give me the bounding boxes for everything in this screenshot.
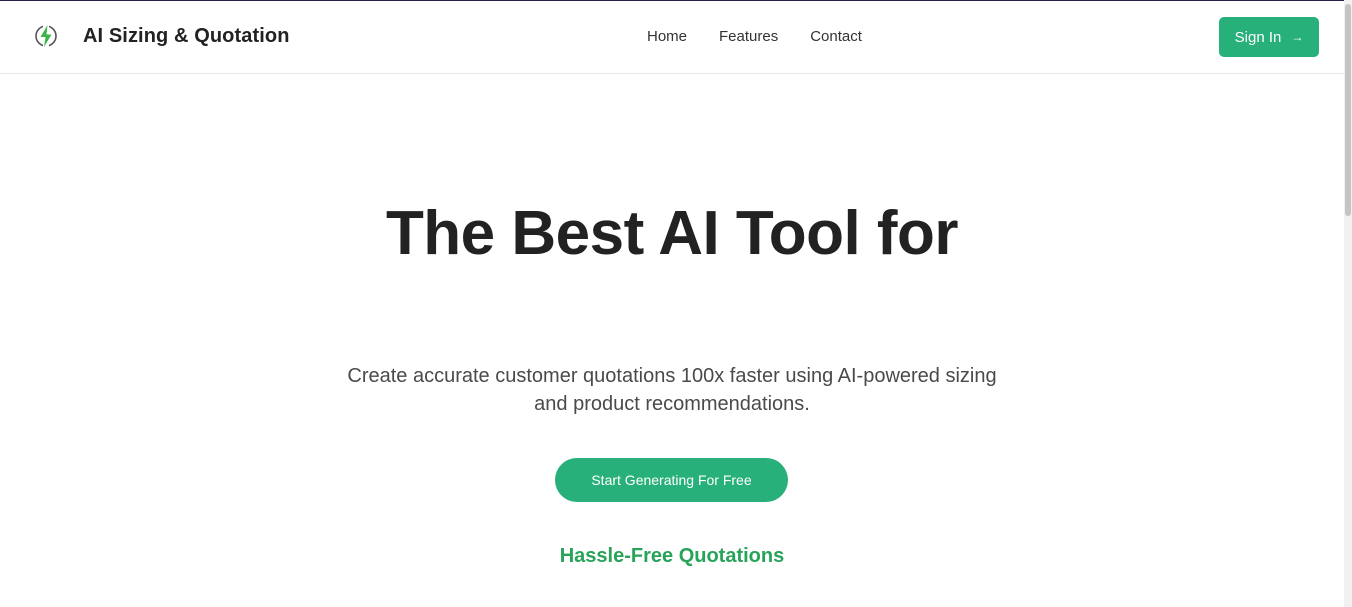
- nav-link-home[interactable]: Home: [647, 27, 687, 47]
- hero-subtitle: Create accurate customer quotations 100x…: [347, 365, 997, 415]
- scrollbar-thumb[interactable]: [1345, 4, 1351, 216]
- nav-link-contact[interactable]: Contact: [810, 27, 862, 47]
- sign-in-label: Sign In: [1234, 28, 1282, 46]
- nav-link-features[interactable]: Features: [719, 27, 778, 47]
- top-navbar: AI Sizing & Quotation Home Features Cont…: [0, 1, 1344, 74]
- brand-name: AI Sizing & Quotation: [83, 25, 290, 47]
- arrow-right-icon: →: [1291, 30, 1304, 44]
- hero-title: The Best AI Tool for: [385, 199, 959, 268]
- lightning-bolt-icon: [35, 24, 57, 48]
- brand-logo-link[interactable]: AI Sizing & Quotation: [33, 23, 290, 49]
- hero-tagline: Hassle-Free Quotations: [559, 545, 785, 567]
- main-nav: Home Features Contact: [647, 27, 862, 47]
- start-generating-button[interactable]: Start Generating For Free: [555, 458, 788, 502]
- sign-in-button[interactable]: Sign In →: [1219, 17, 1319, 57]
- page-scrollbar[interactable]: [1344, 0, 1352, 607]
